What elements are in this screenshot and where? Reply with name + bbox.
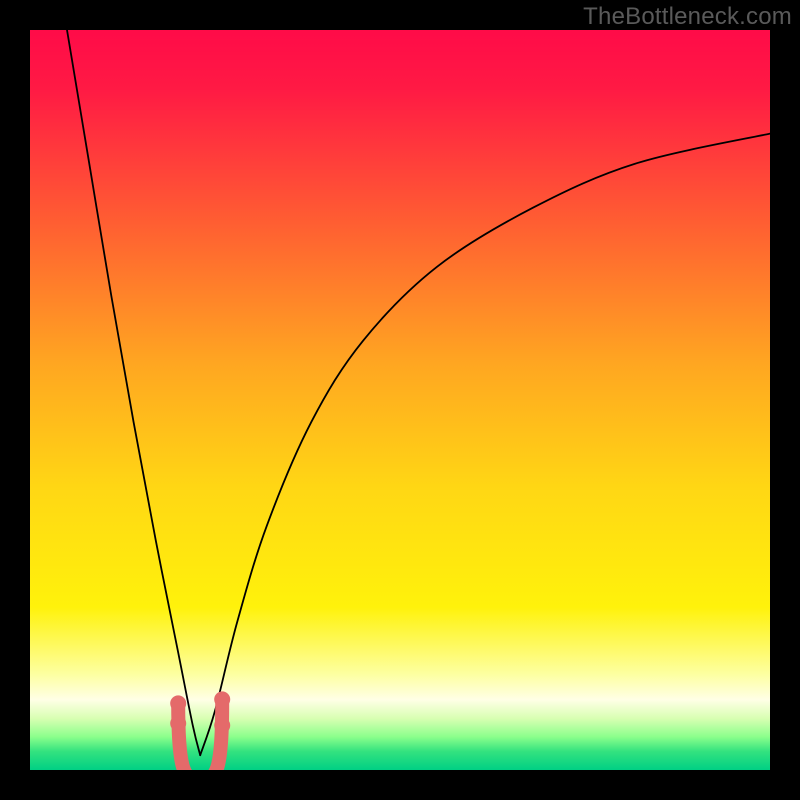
marker-dot <box>214 717 230 733</box>
marker-dot <box>170 695 186 711</box>
chart-frame: TheBottleneck.com <box>0 0 800 800</box>
marker-dot <box>214 691 230 707</box>
watermark-text: TheBottleneck.com <box>583 3 792 31</box>
marker-u-shape <box>178 703 222 770</box>
curve-layer <box>30 30 770 770</box>
curve-right-branch <box>200 134 770 756</box>
marker-dot <box>170 715 186 731</box>
curve-left-branch <box>67 30 200 755</box>
plot-area <box>30 30 770 770</box>
